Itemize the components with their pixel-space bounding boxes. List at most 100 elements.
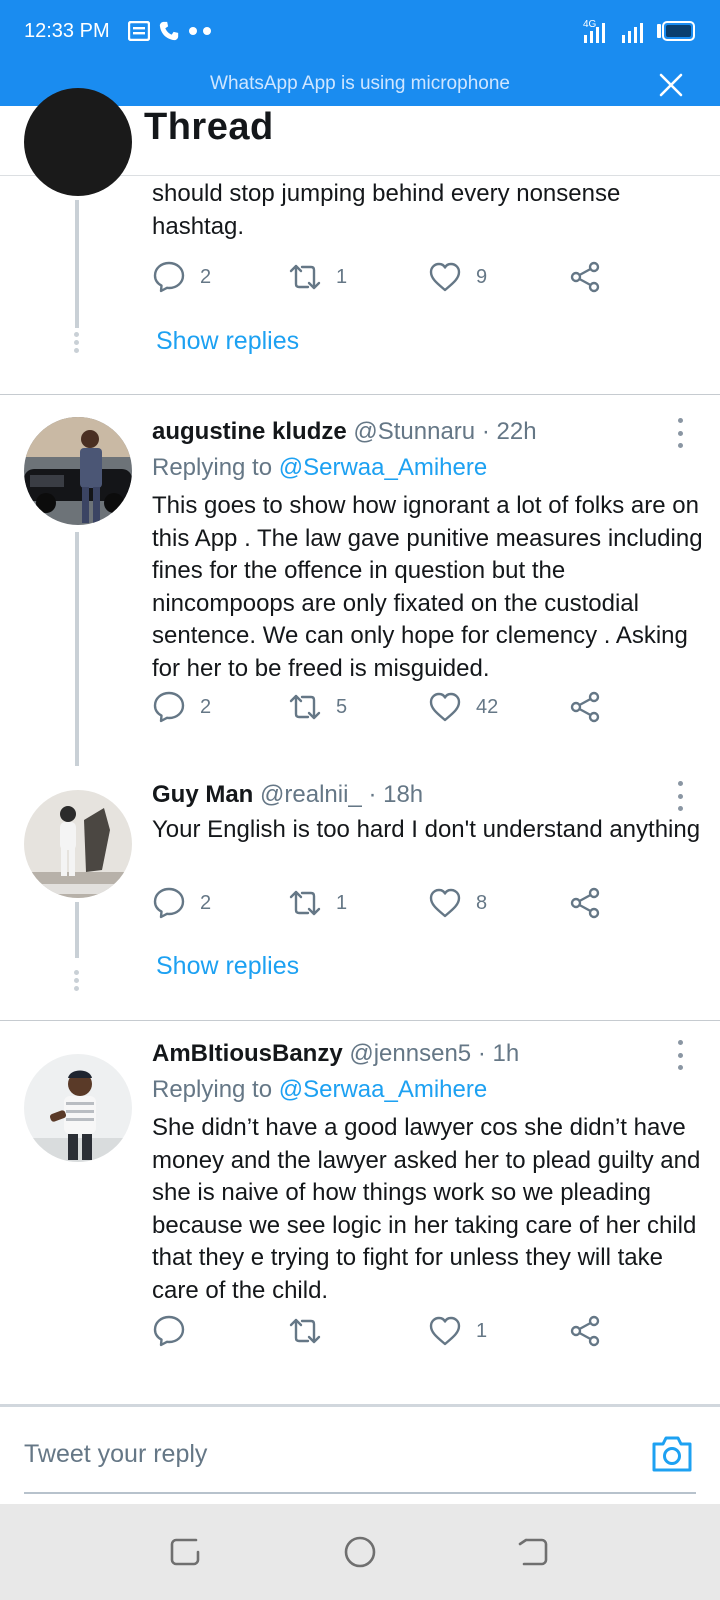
share-icon (570, 887, 600, 919)
reply-icon (153, 261, 185, 293)
composer-divider (0, 1404, 720, 1407)
replying-prefix: Replying to (152, 454, 279, 481)
retweet-button[interactable]: 1 (288, 886, 347, 920)
recent-apps-icon[interactable] (166, 1532, 206, 1572)
display-name[interactable]: AmBItiousBanzy (152, 1040, 343, 1067)
like-button[interactable]: 9 (428, 260, 487, 294)
divider (0, 394, 720, 395)
avatar[interactable] (24, 88, 132, 196)
divider (0, 1020, 720, 1021)
svg-text:4G: 4G (583, 19, 597, 30)
tweet-text: She didn’t have a good lawyer cos she di… (152, 1114, 701, 1304)
retweet-count: 1 (336, 891, 348, 914)
separator-dot: · (481, 418, 490, 445)
share-icon (570, 691, 600, 723)
profile-photo (24, 790, 132, 898)
user-handle[interactable]: @Stunnaru (353, 418, 475, 445)
tweet-text: Your English is too hard I don't underst… (152, 816, 701, 843)
close-icon[interactable] (658, 72, 684, 98)
status-notification-icons (128, 20, 214, 42)
microphone-usage-text: WhatsApp App is using microphone (210, 73, 510, 94)
like-button[interactable]: 8 (428, 886, 487, 920)
tweet-actions: 1 (152, 1314, 622, 1354)
reply-input-underline (24, 1492, 696, 1494)
thread-connector-line (75, 532, 79, 766)
separator-dot: · (477, 1040, 486, 1067)
like-count: 8 (476, 891, 488, 914)
tweet-header: Guy Man @realnii_ · 18h (152, 781, 423, 809)
avatar[interactable] (24, 417, 132, 525)
like-count: 9 (476, 265, 488, 288)
camera-icon[interactable] (650, 1434, 694, 1474)
tweet-actions: 2 1 9 (152, 260, 622, 300)
back-icon[interactable] (514, 1532, 554, 1572)
retweet-button[interactable]: 5 (288, 690, 347, 724)
heart-icon (429, 262, 461, 292)
replying-prefix: Replying to (152, 1076, 279, 1103)
share-button[interactable] (568, 690, 602, 724)
retweet-icon (289, 890, 321, 916)
replying-to: Replying to @Serwaa_Amihere (152, 454, 487, 482)
user-handle[interactable]: @jennsen5 (349, 1040, 471, 1067)
signal-4g-icon: 4G (583, 19, 605, 43)
status-bar: 12:33 PM 4G (0, 0, 720, 64)
reply-input[interactable]: Tweet your reply (24, 1440, 207, 1469)
reply-button[interactable]: 2 (152, 690, 211, 724)
more-options-button[interactable] (676, 781, 684, 811)
thread-connector-line (75, 200, 79, 328)
reply-icon (153, 1315, 185, 1347)
system-navigation-bar (0, 1504, 720, 1600)
reply-count: 2 (200, 695, 212, 718)
mention-link[interactable]: @Serwaa_Amihere (279, 454, 487, 481)
retweet-icon (289, 264, 321, 290)
phone-icon (159, 21, 179, 41)
thread-connector-dots (74, 332, 80, 353)
like-button[interactable]: 1 (428, 1314, 487, 1348)
battery-icon (657, 21, 695, 41)
status-system-icons: 4G (582, 18, 696, 44)
more-notifications-icon (189, 27, 211, 35)
retweet-count: 5 (336, 695, 348, 718)
show-replies-link[interactable]: Show replies (156, 327, 299, 356)
separator-dot: · (368, 781, 377, 808)
mention-link[interactable]: @Serwaa_Amihere (279, 1076, 487, 1103)
share-icon (570, 1315, 600, 1347)
reply-icon (153, 887, 185, 919)
more-options-button[interactable] (676, 1040, 684, 1070)
heart-icon (429, 1316, 461, 1346)
more-options-button[interactable] (676, 418, 684, 448)
reply-count: 2 (200, 265, 212, 288)
display-name[interactable]: Guy Man (152, 781, 253, 808)
retweet-button[interactable]: 1 (288, 260, 347, 294)
reply-button[interactable] (152, 1314, 200, 1348)
reply-button[interactable]: 2 (152, 886, 211, 920)
user-handle[interactable]: @realnii_ (260, 781, 362, 808)
status-time: 12:33 PM (24, 20, 110, 42)
tweet-actions: 2 1 8 (152, 886, 622, 926)
tweet-header: AmBItiousBanzy @jennsen5 · 1h (152, 1040, 519, 1068)
display-name[interactable]: augustine kludze (152, 418, 347, 445)
share-button[interactable] (568, 886, 602, 920)
profile-photo (24, 417, 132, 525)
page-title: Thread (144, 106, 274, 148)
tweet-text: should stop jumping behind every nonsens… (152, 180, 621, 240)
retweet-count: 1 (336, 265, 348, 288)
like-button[interactable]: 42 (428, 690, 498, 724)
home-icon[interactable] (340, 1532, 380, 1572)
retweet-button[interactable] (288, 1314, 336, 1348)
avatar[interactable] (24, 790, 132, 898)
show-replies-link[interactable]: Show replies (156, 952, 299, 981)
tweet-time: 1h (492, 1040, 520, 1067)
profile-photo (24, 1054, 132, 1162)
thread-connector-dots (74, 970, 80, 991)
share-button[interactable] (568, 260, 602, 294)
share-button[interactable] (568, 1314, 602, 1348)
signal-icon (622, 23, 643, 43)
retweet-icon (289, 1318, 321, 1344)
reply-button[interactable]: 2 (152, 260, 211, 294)
avatar[interactable] (24, 1054, 132, 1162)
tweet-header: augustine kludze @Stunnaru · 22h (152, 418, 537, 446)
heart-icon (429, 692, 461, 722)
replying-to: Replying to @Serwaa_Amihere (152, 1076, 487, 1104)
heart-icon (429, 888, 461, 918)
